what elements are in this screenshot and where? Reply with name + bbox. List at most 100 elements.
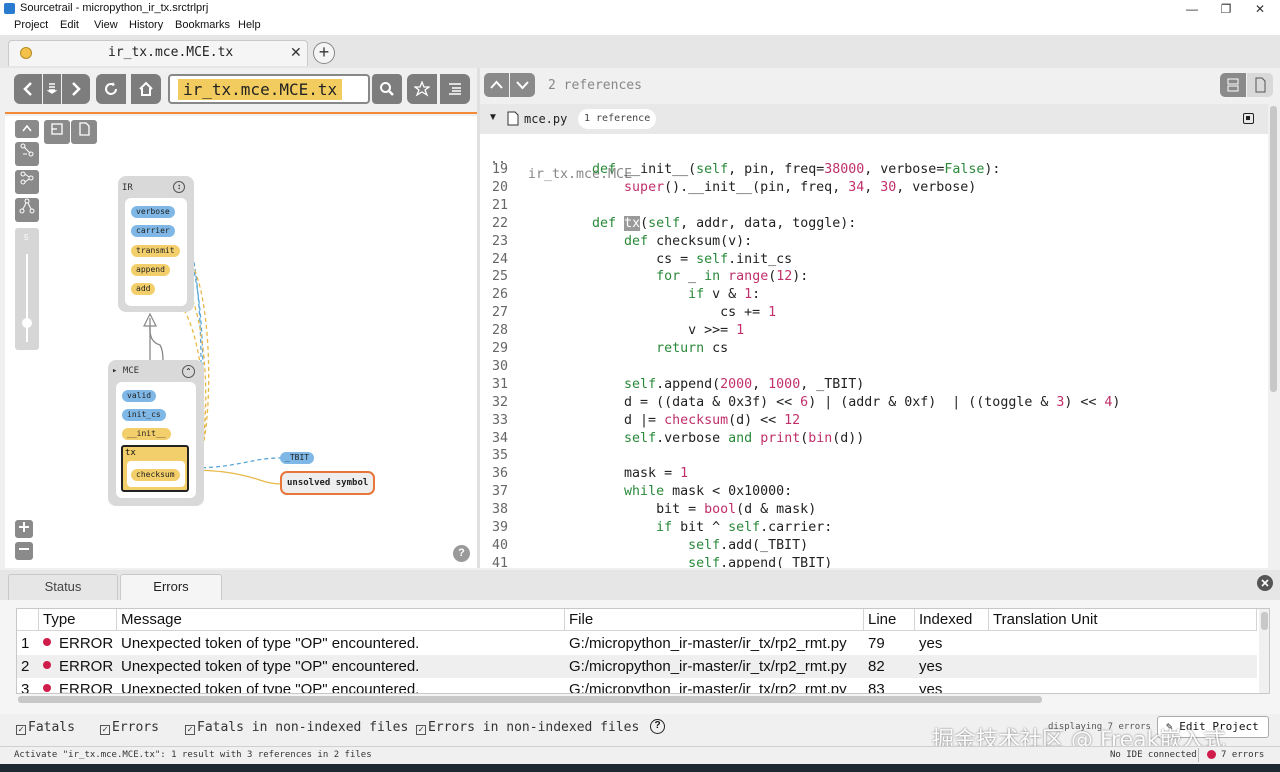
member-init[interactable]: __init__ <box>122 428 171 440</box>
line-number: 31 <box>491 376 508 392</box>
filter-errors[interactable]: ✓ Errors <box>100 720 159 735</box>
checkbox-checked-icon: ✓ <box>100 725 110 735</box>
tab-errors[interactable]: Errors <box>120 574 222 600</box>
line-text: d = ((data & 0x3f) << 6) | (addr & 0xf) … <box>560 394 1121 410</box>
member-init-cs[interactable]: init_cs <box>122 409 166 421</box>
cell-file: G:/micropython_ir-master/ir_tx/rp2_rmt.p… <box>565 632 864 655</box>
cell-text: 83 <box>868 681 885 694</box>
column-indexed[interactable]: Indexed <box>915 609 989 631</box>
line-number: 37 <box>491 484 508 500</box>
errors-help-button[interactable]: ? <box>650 719 665 734</box>
tab-status[interactable]: Status <box>8 574 118 600</box>
cell-text: Unexpected token of type "OP" encountere… <box>121 681 420 694</box>
column-line[interactable]: Line <box>864 609 915 631</box>
close-panel-button[interactable] <box>1257 575 1273 591</box>
error-status-count[interactable]: 7 errors <box>1221 750 1264 760</box>
cell-indexed: yes <box>915 678 989 693</box>
cell-text: 1 <box>21 635 30 652</box>
line-text: cs += 1 <box>560 305 777 321</box>
filter-errors-non-indexed[interactable]: ✓ Errors in non-indexed files <box>416 720 639 735</box>
line-text: def __init__(self, pin, freq=38000, verb… <box>592 162 1001 177</box>
line-number: 33 <box>491 412 508 428</box>
next-reference-button[interactable] <box>510 73 535 97</box>
cell-idx: 2 <box>17 655 39 678</box>
column-file[interactable]: File <box>565 609 864 631</box>
member-carrier[interactable]: carrier <box>131 225 175 237</box>
member-append[interactable]: append <box>131 264 170 276</box>
line-text: if v & 1: <box>688 287 761 303</box>
scope-line[interactable]: .. ir_tx.mce.MCE <box>480 137 632 182</box>
node-mce-collapse-icon[interactable]: ⌃ <box>182 365 195 378</box>
view-mode-single-button[interactable] <box>1247 73 1273 97</box>
line-number: 25 <box>491 269 508 285</box>
filter-fatals[interactable]: ✓ Fatals <box>16 720 75 735</box>
cell-text: ERROR <box>59 635 114 652</box>
table-row[interactable]: 1 ERROR Unexpected token of type "OP" enco… <box>17 632 1257 655</box>
status-separator <box>1198 748 1199 762</box>
file-icon <box>507 111 519 129</box>
line-number: 36 <box>491 466 508 482</box>
line-text: v >>= 1 <box>560 323 745 339</box>
line-number: 29 <box>491 341 508 356</box>
file-name[interactable]: mce.py <box>524 112 567 126</box>
line-number: 34 <box>491 430 508 446</box>
member-checksum[interactable]: checksum <box>131 469 180 481</box>
file-references-badge: 1 reference <box>578 109 657 129</box>
column-index <box>17 609 39 631</box>
cell-text: Unexpected token of type "OP" encountere… <box>121 635 420 652</box>
cell-type: ERROR <box>39 632 117 655</box>
node-unsolved-symbol[interactable]: unsolved symbol <box>280 471 375 495</box>
code-scrollbar-thumb[interactable] <box>1270 106 1277 392</box>
list-view-icon <box>1227 78 1239 92</box>
column-message[interactable]: Message <box>117 609 565 631</box>
cell-file: G:/micropython_ir-master/ir_tx/rp2_rmt.p… <box>565 655 864 678</box>
maximize-file-icon[interactable] <box>1243 113 1254 124</box>
line-text: bit = bool(d & mask) <box>560 502 817 518</box>
cell-text: G:/micropython_ir-master/ir_tx/rp2_rmt.p… <box>569 635 847 652</box>
line-number: 39 <box>491 520 508 535</box>
chevron-down-icon <box>516 81 529 90</box>
node-mce-title: ▸ MCE <box>112 366 140 376</box>
line-number: 26 <box>491 287 508 303</box>
cell-text: yes <box>919 658 943 675</box>
node-ir-expand-icon[interactable]: ↕ <box>173 181 185 193</box>
member-valid[interactable]: valid <box>122 390 157 402</box>
member-transmit[interactable]: transmit <box>131 245 180 257</box>
checkbox-checked-icon: ✓ <box>16 725 26 735</box>
column-translation-unit[interactable]: Translation Unit <box>989 609 1257 631</box>
cell-message: Unexpected token of type "OP" encountere… <box>117 655 565 678</box>
table-vscroll-thumb[interactable] <box>1261 612 1268 630</box>
filter-fatals-non-indexed[interactable]: ✓ Fatals in non-indexed files <box>185 720 408 735</box>
chevron-up-icon <box>490 80 503 89</box>
close-window-button[interactable]: ✕ <box>1240 1 1280 17</box>
code-view[interactable]: .. ir_tx.mce.MCE 19 def __init__(self, p… <box>480 134 1268 568</box>
cell-type: ERROR <box>39 655 117 678</box>
view-mode-list-button[interactable] <box>1220 73 1246 97</box>
cell-text: G:/micropython_ir-master/ir_tx/rp2_rmt.p… <box>569 681 847 694</box>
collapse-file-icon[interactable]: ▼ <box>488 112 498 123</box>
prev-reference-button[interactable] <box>484 73 509 97</box>
cell-tu <box>989 655 1257 678</box>
document-icon <box>1255 77 1266 93</box>
cell-indexed: yes <box>915 655 989 678</box>
column-type[interactable]: Type <box>39 609 117 631</box>
line-number: 22 <box>491 215 508 231</box>
member-add[interactable]: add <box>131 283 156 295</box>
member-verbose[interactable]: verbose <box>131 206 175 218</box>
line-text: d |= checksum(d) << 12 <box>560 412 801 428</box>
cell-idx: 1 <box>17 632 39 655</box>
cell-text: yes <box>919 635 943 652</box>
cell-idx: 3 <box>17 678 39 694</box>
node-tbit[interactable]: _TBIT <box>280 452 315 464</box>
table-row[interactable]: 3 ERROR Unexpected token of type "OP" enco… <box>17 678 1257 694</box>
line-text: def checksum(v): <box>624 233 753 249</box>
table-hscroll-thumb[interactable] <box>18 696 1042 703</box>
errors-table[interactable]: Type Message File Line Indexed Translati… <box>16 608 1270 694</box>
line-number: 27 <box>491 305 508 321</box>
table-row[interactable]: 2 ERROR Unexpected token of type "OP" enco… <box>17 655 1257 678</box>
cell-text: 3 <box>21 681 30 694</box>
status-message: Activate "ir_tx.mce.MCE.tx": 1 result wi… <box>14 750 372 760</box>
line-number: 24 <box>491 251 508 267</box>
line-text: while mask < 0x10000: <box>624 484 793 500</box>
filter-fatals-label: Fatals <box>28 720 75 735</box>
